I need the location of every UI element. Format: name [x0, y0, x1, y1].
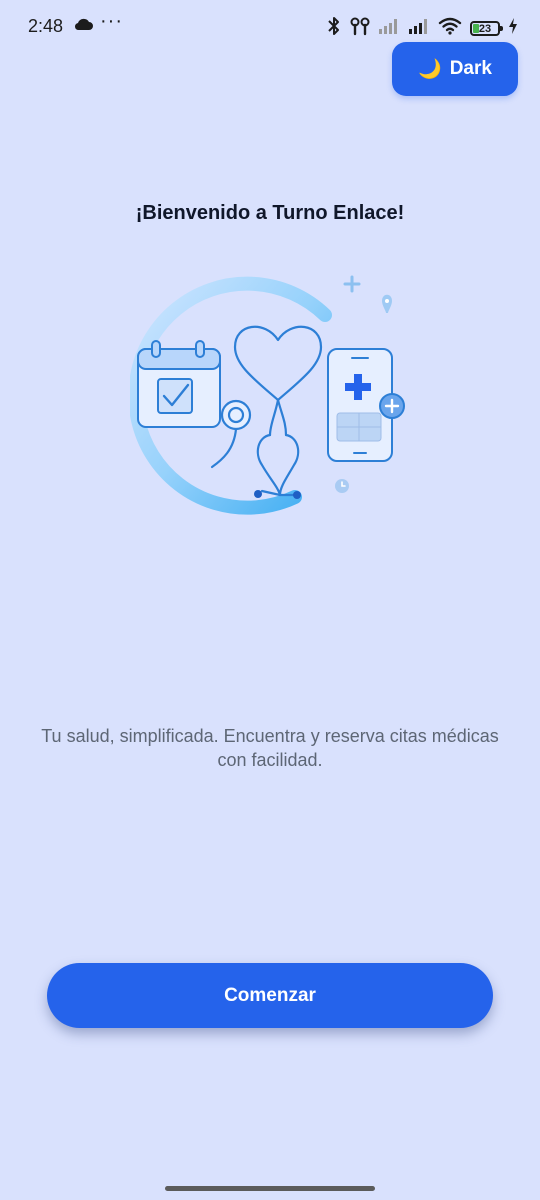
- cloud-icon: [74, 17, 94, 36]
- status-icons: 23: [326, 16, 518, 41]
- plus-icon: [343, 275, 361, 293]
- welcome-subtitle: Tu salud, simplificada. Encuentra y rese…: [41, 726, 499, 770]
- bluetooth-icon: [326, 16, 342, 41]
- location-pin-icon: [381, 294, 393, 314]
- wifi-icon: [438, 17, 462, 40]
- charging-icon: [508, 18, 518, 39]
- signal-icon: [408, 17, 430, 40]
- earbuds-icon: [350, 16, 370, 41]
- heart-stethoscope-icon: [210, 325, 323, 497]
- phone-medical-icon: [327, 348, 405, 462]
- page-title: ¡Bienvenido a Turno Enlace!: [135, 202, 405, 224]
- dark-mode-button[interactable]: 🌙 Dark: [392, 42, 518, 96]
- welcome-illustration: [128, 265, 420, 515]
- dark-mode-label: Dark: [449, 58, 492, 79]
- status-time: 2:48: [28, 16, 64, 36]
- battery-level: 23: [478, 22, 492, 35]
- more-notifications-icon: ···: [100, 10, 123, 32]
- moon-icon: 🌙: [418, 59, 442, 80]
- clock-icon: [335, 479, 349, 493]
- start-button[interactable]: Comenzar: [47, 963, 493, 1028]
- battery-icon: 23: [470, 21, 503, 36]
- signal-icon: [378, 17, 400, 40]
- calendar-check-icon: [137, 340, 221, 428]
- home-indicator[interactable]: [165, 1186, 375, 1191]
